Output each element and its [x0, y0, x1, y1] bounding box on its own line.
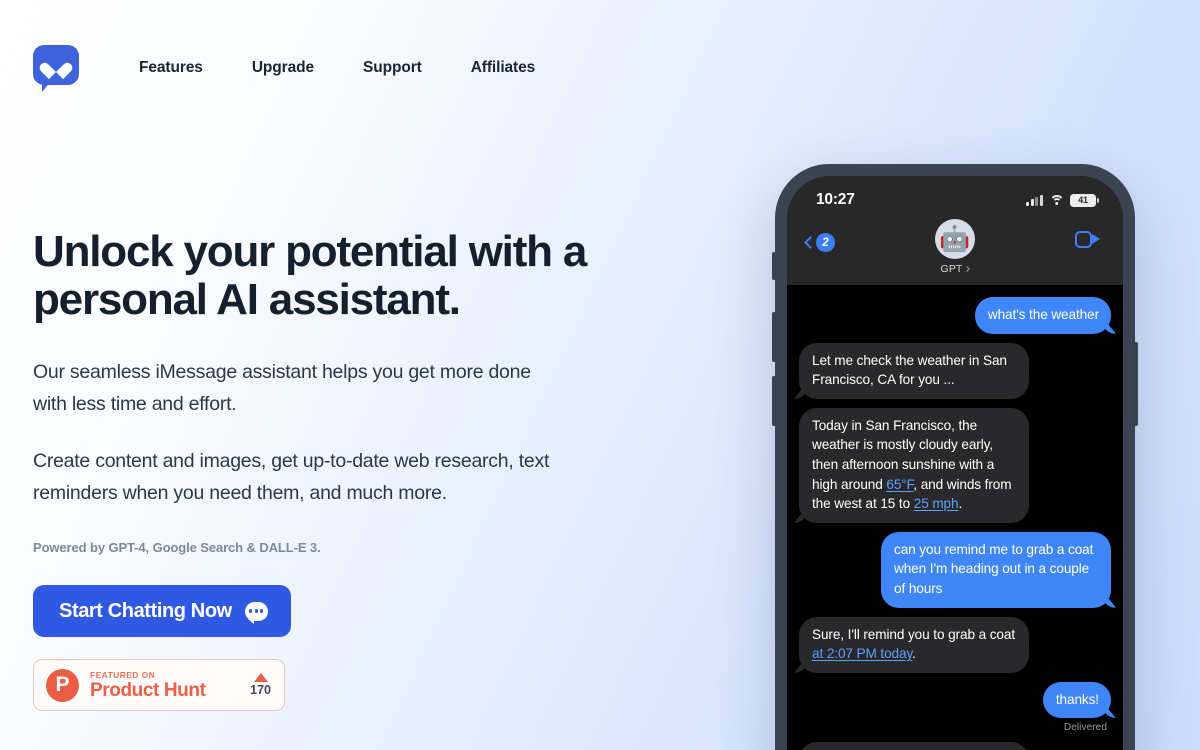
- video-camera-icon[interactable]: [1075, 231, 1100, 248]
- main-navigation: Features Upgrade Support Affiliates: [139, 59, 584, 77]
- status-bar: 10:27 41: [787, 187, 1123, 213]
- cellular-bars-icon: [1026, 194, 1043, 206]
- page-title: Unlock your potential with a personal AI…: [33, 227, 587, 324]
- outgoing-message-bubble[interactable]: can you remind me to grab a coat when I'…: [881, 531, 1111, 608]
- site-header: Features Upgrade Support Affiliates: [0, 0, 1200, 136]
- message-row: Sure, I'll remind you to grab a coat at …: [799, 616, 1111, 673]
- heart-icon: [46, 56, 66, 74]
- message-row: thanks!: [799, 681, 1111, 719]
- message-text: what's the weather: [987, 307, 1099, 322]
- logo[interactable]: [33, 45, 79, 92]
- product-hunt-upvotes[interactable]: 170: [250, 673, 271, 697]
- robot-avatar-icon: 🤖: [935, 219, 975, 259]
- nav-link-support[interactable]: Support: [363, 59, 422, 77]
- status-bar-time: 10:27: [816, 191, 855, 208]
- message-row: Let me check the weather in San Francisc…: [799, 342, 1111, 399]
- upvote-arrow-icon: [253, 673, 268, 682]
- battery-icon: 41: [1070, 193, 1100, 207]
- outgoing-message-bubble[interactable]: thanks!: [1042, 681, 1111, 719]
- chat-bubble-icon: [244, 601, 268, 624]
- message-text: can you remind me to grab a coat when I'…: [894, 541, 1094, 596]
- incoming-message-bubble[interactable]: You're welcome! If you have any more que…: [799, 742, 1029, 750]
- outgoing-message-bubble[interactable]: what's the weather: [974, 297, 1111, 334]
- contact-name-label: GPT: [940, 263, 963, 275]
- incoming-message-bubble[interactable]: Let me check the weather in San Francisc…: [799, 342, 1029, 399]
- hero-section: Unlock your potential with a personal AI…: [33, 228, 673, 711]
- message-text: .: [958, 496, 963, 512]
- message-row: can you remind me to grab a coat when I'…: [799, 531, 1111, 608]
- message-link[interactable]: 25 mph: [914, 496, 959, 511]
- hero-paragraph-2: Create content and images, get up-to-dat…: [33, 450, 550, 504]
- conversation-header: 2 🤖 GPT: [787, 213, 1123, 285]
- product-hunt-text: FEATURED ON Product Hunt: [90, 670, 250, 701]
- phone-silence-switch[interactable]: [772, 252, 776, 280]
- chevron-right-icon: [964, 266, 971, 272]
- ios-top-area: 10:27 41 2 🤖 GPT: [787, 176, 1123, 285]
- contact-info[interactable]: 🤖 GPT: [787, 219, 1123, 275]
- message-link[interactable]: at 2:07 PM today: [812, 646, 912, 661]
- message-row: You're welcome! If you have any more que…: [799, 742, 1111, 750]
- phone-volume-down-button[interactable]: [772, 376, 776, 426]
- message-link[interactable]: 65°F: [886, 477, 913, 492]
- hero-paragraph-1: Our seamless iMessage assistant helps yo…: [33, 361, 531, 415]
- product-hunt-badge[interactable]: P FEATURED ON Product Hunt 170: [33, 659, 285, 711]
- phone-volume-up-button[interactable]: [772, 312, 776, 362]
- message-list[interactable]: what's the weather Let me check the weath…: [787, 285, 1123, 750]
- product-hunt-upvote-count: 170: [250, 683, 271, 697]
- nav-link-features[interactable]: Features: [139, 59, 203, 77]
- contact-name: GPT: [940, 263, 971, 275]
- incoming-message-bubble[interactable]: Sure, I'll remind you to grab a coat at …: [799, 616, 1029, 673]
- message-text: Let me check the weather in San Francisc…: [812, 352, 1007, 388]
- nav-link-upgrade[interactable]: Upgrade: [252, 59, 314, 77]
- phone-screen: 10:27 41 2 🤖 GPT what's the weather Let …: [787, 176, 1123, 750]
- logo-tail: [42, 81, 51, 92]
- incoming-message-bubble[interactable]: Today in San Francisco, the weather is m…: [799, 407, 1029, 523]
- message-row: Today in San Francisco, the weather is m…: [799, 407, 1111, 523]
- nav-link-affiliates[interactable]: Affiliates: [471, 59, 536, 77]
- start-chatting-label: Start Chatting Now: [59, 599, 232, 622]
- product-hunt-featured-label: FEATURED ON: [90, 669, 156, 680]
- status-bar-indicators: 41: [1026, 193, 1100, 207]
- message-text: .: [912, 646, 916, 662]
- speech-bubble-heart-icon: [33, 45, 79, 85]
- start-chatting-button[interactable]: Start Chatting Now: [33, 585, 291, 637]
- message-row: what's the weather: [799, 297, 1111, 334]
- message-text: thanks!: [1055, 691, 1099, 707]
- message-status: Delivered: [1063, 722, 1107, 734]
- product-hunt-logo-icon: P: [46, 668, 79, 702]
- phone-mockup: 10:27 41 2 🤖 GPT what's the weather Let …: [772, 164, 1138, 750]
- product-hunt-name: Product Hunt: [90, 679, 206, 701]
- wifi-icon: [1049, 194, 1064, 206]
- powered-by-text: Powered by GPT-4, Google Search & DALL-E…: [33, 540, 321, 555]
- phone-power-button[interactable]: [1134, 342, 1138, 426]
- message-text: Sure, I'll remind you to grab a coat: [812, 626, 1016, 642]
